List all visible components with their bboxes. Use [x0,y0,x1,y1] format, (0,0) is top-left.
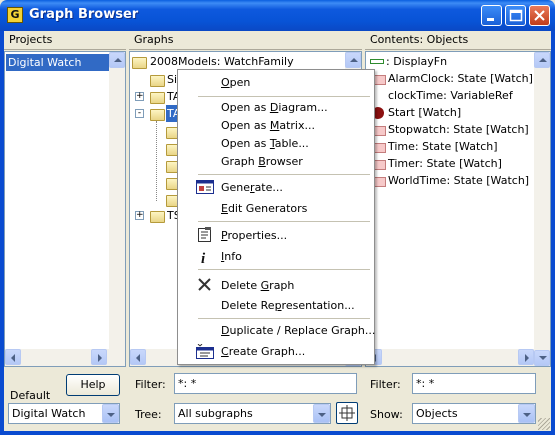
menu-item-properties[interactable]: Properties... [178,226,374,246]
menu-item-create-graph[interactable]: Create Graph... [178,342,374,362]
app-icon: G [7,7,23,23]
contents-filter-input[interactable]: *: * [412,373,536,394]
menu-separator [198,269,370,270]
menu-item-open-as-table[interactable]: Open as Table... [178,134,374,154]
projects-scrollbar[interactable] [109,52,125,366]
scroll-left-button[interactable] [5,349,21,365]
contents-filter-label: Filter: [370,378,401,391]
context-menu: Open Open as Diagram... Open as Matrix..… [177,69,375,365]
tree-label: Tree: [135,408,162,421]
tree-root-label: 2008Models: WatchFamily [150,55,294,68]
state-icon [374,160,386,170]
folder-icon [150,109,165,121]
contents-list[interactable]: : DisplayFn AlarmClock: State [Watch] cl… [365,51,551,367]
contents-scrollbar[interactable] [534,52,550,366]
project-select-value: Digital Watch [12,407,86,420]
contents-hscrollbar[interactable] [366,349,534,366]
dropdown-button[interactable] [313,404,330,423]
scroll-right-button[interactable] [91,349,107,365]
dropdown-button[interactable] [518,404,535,423]
scroll-up-button[interactable] [345,52,361,68]
maximize-icon [509,9,523,22]
close-icon [534,10,545,21]
project-item-digital-watch[interactable]: Digital Watch [6,54,112,71]
default-label: Default [10,389,51,402]
show-select-value: Objects [416,407,458,420]
contents-item[interactable]: clockTime: VariableRef [388,87,513,104]
menu-item-info[interactable]: Info [178,247,374,267]
scroll-right-button[interactable] [518,349,534,365]
menu-separator [198,318,370,319]
contents-item[interactable]: Start [Watch] [388,104,461,121]
contents-item[interactable]: Timer: State [Watch] [388,155,502,172]
menu-item-duplicate-replace-graph[interactable]: Duplicate / Replace Graph... [178,321,375,341]
contents-item[interactable]: WorldTime: State [Watch] [388,172,529,189]
window-title: Graph Browser [29,7,139,22]
dropdown-button[interactable] [102,404,119,423]
tree-select-value: All subgraphs [178,407,253,420]
contents-item[interactable]: Stopwatch: State [Watch] [388,121,529,138]
window-frame-right [551,31,555,435]
menu-separator [198,96,370,97]
contents-item[interactable]: AlarmClock: State [Watch] [388,70,533,87]
contents-header: Contents: Objects [365,31,551,50]
help-button[interactable]: Help [66,374,120,396]
menu-item-open[interactable]: Open [178,73,374,93]
scroll-up-button[interactable] [109,52,125,68]
collapse-toggle[interactable]: - [135,109,144,118]
graphs-header: Graphs [129,31,362,50]
window-frame-bottom [0,431,555,435]
tree-item-label[interactable]: Si [167,71,177,88]
menu-item-delete-graph[interactable]: Delete Graph [178,276,374,296]
projects-hscrollbar[interactable] [5,349,125,366]
menu-separator [198,174,370,175]
state-icon [374,143,386,153]
folder-icon [150,211,165,223]
scroll-up-button[interactable] [534,52,550,68]
menu-separator [198,221,370,222]
menu-item-generate[interactable]: Generate... [178,178,374,198]
scroll-left-button[interactable] [130,349,146,365]
menu-item-open-as-diagram[interactable]: Open as Diagram... [178,98,374,118]
close-button[interactable] [529,5,550,26]
projects-list[interactable]: Digital Watch [4,51,126,367]
displayfn-icon [370,59,384,64]
menu-item-open-as-matrix[interactable]: Open as Matrix... [178,116,374,136]
show-label: Show: [370,408,403,421]
state-icon [374,177,386,187]
folder-icon [132,57,147,69]
menu-item-edit-generators[interactable]: Edit Generators [178,199,374,219]
state-icon [374,75,386,85]
folder-icon [150,92,165,104]
minimize-icon [487,18,494,21]
state-icon [374,126,386,136]
contents-item[interactable]: : DisplayFn [386,53,447,70]
projects-header: Projects [4,31,126,50]
menu-item-delete-representation[interactable]: Delete Representation... [178,296,374,316]
graphs-filter-label: Filter: [135,378,166,391]
tree-line [156,121,157,201]
expand-toggle[interactable]: + [135,211,144,220]
menu-item-graph-browser[interactable]: Graph Browser [178,152,374,172]
scroll-down-button[interactable] [534,350,550,366]
maximize-button[interactable] [505,5,526,26]
contents-item[interactable]: Time: State [Watch] [388,138,498,155]
expand-toggle[interactable]: + [135,92,144,101]
project-select[interactable]: Digital Watch [8,403,120,424]
minimize-button[interactable] [481,5,502,26]
folder-icon [150,75,165,87]
graphs-filter-input[interactable]: *: * [174,373,357,394]
tree-select[interactable]: All subgraphs [174,403,331,424]
crosshair-icon [339,405,355,421]
resize-grip[interactable] [538,418,550,430]
show-select[interactable]: Objects [412,403,536,424]
tree-options-button[interactable] [336,402,358,424]
